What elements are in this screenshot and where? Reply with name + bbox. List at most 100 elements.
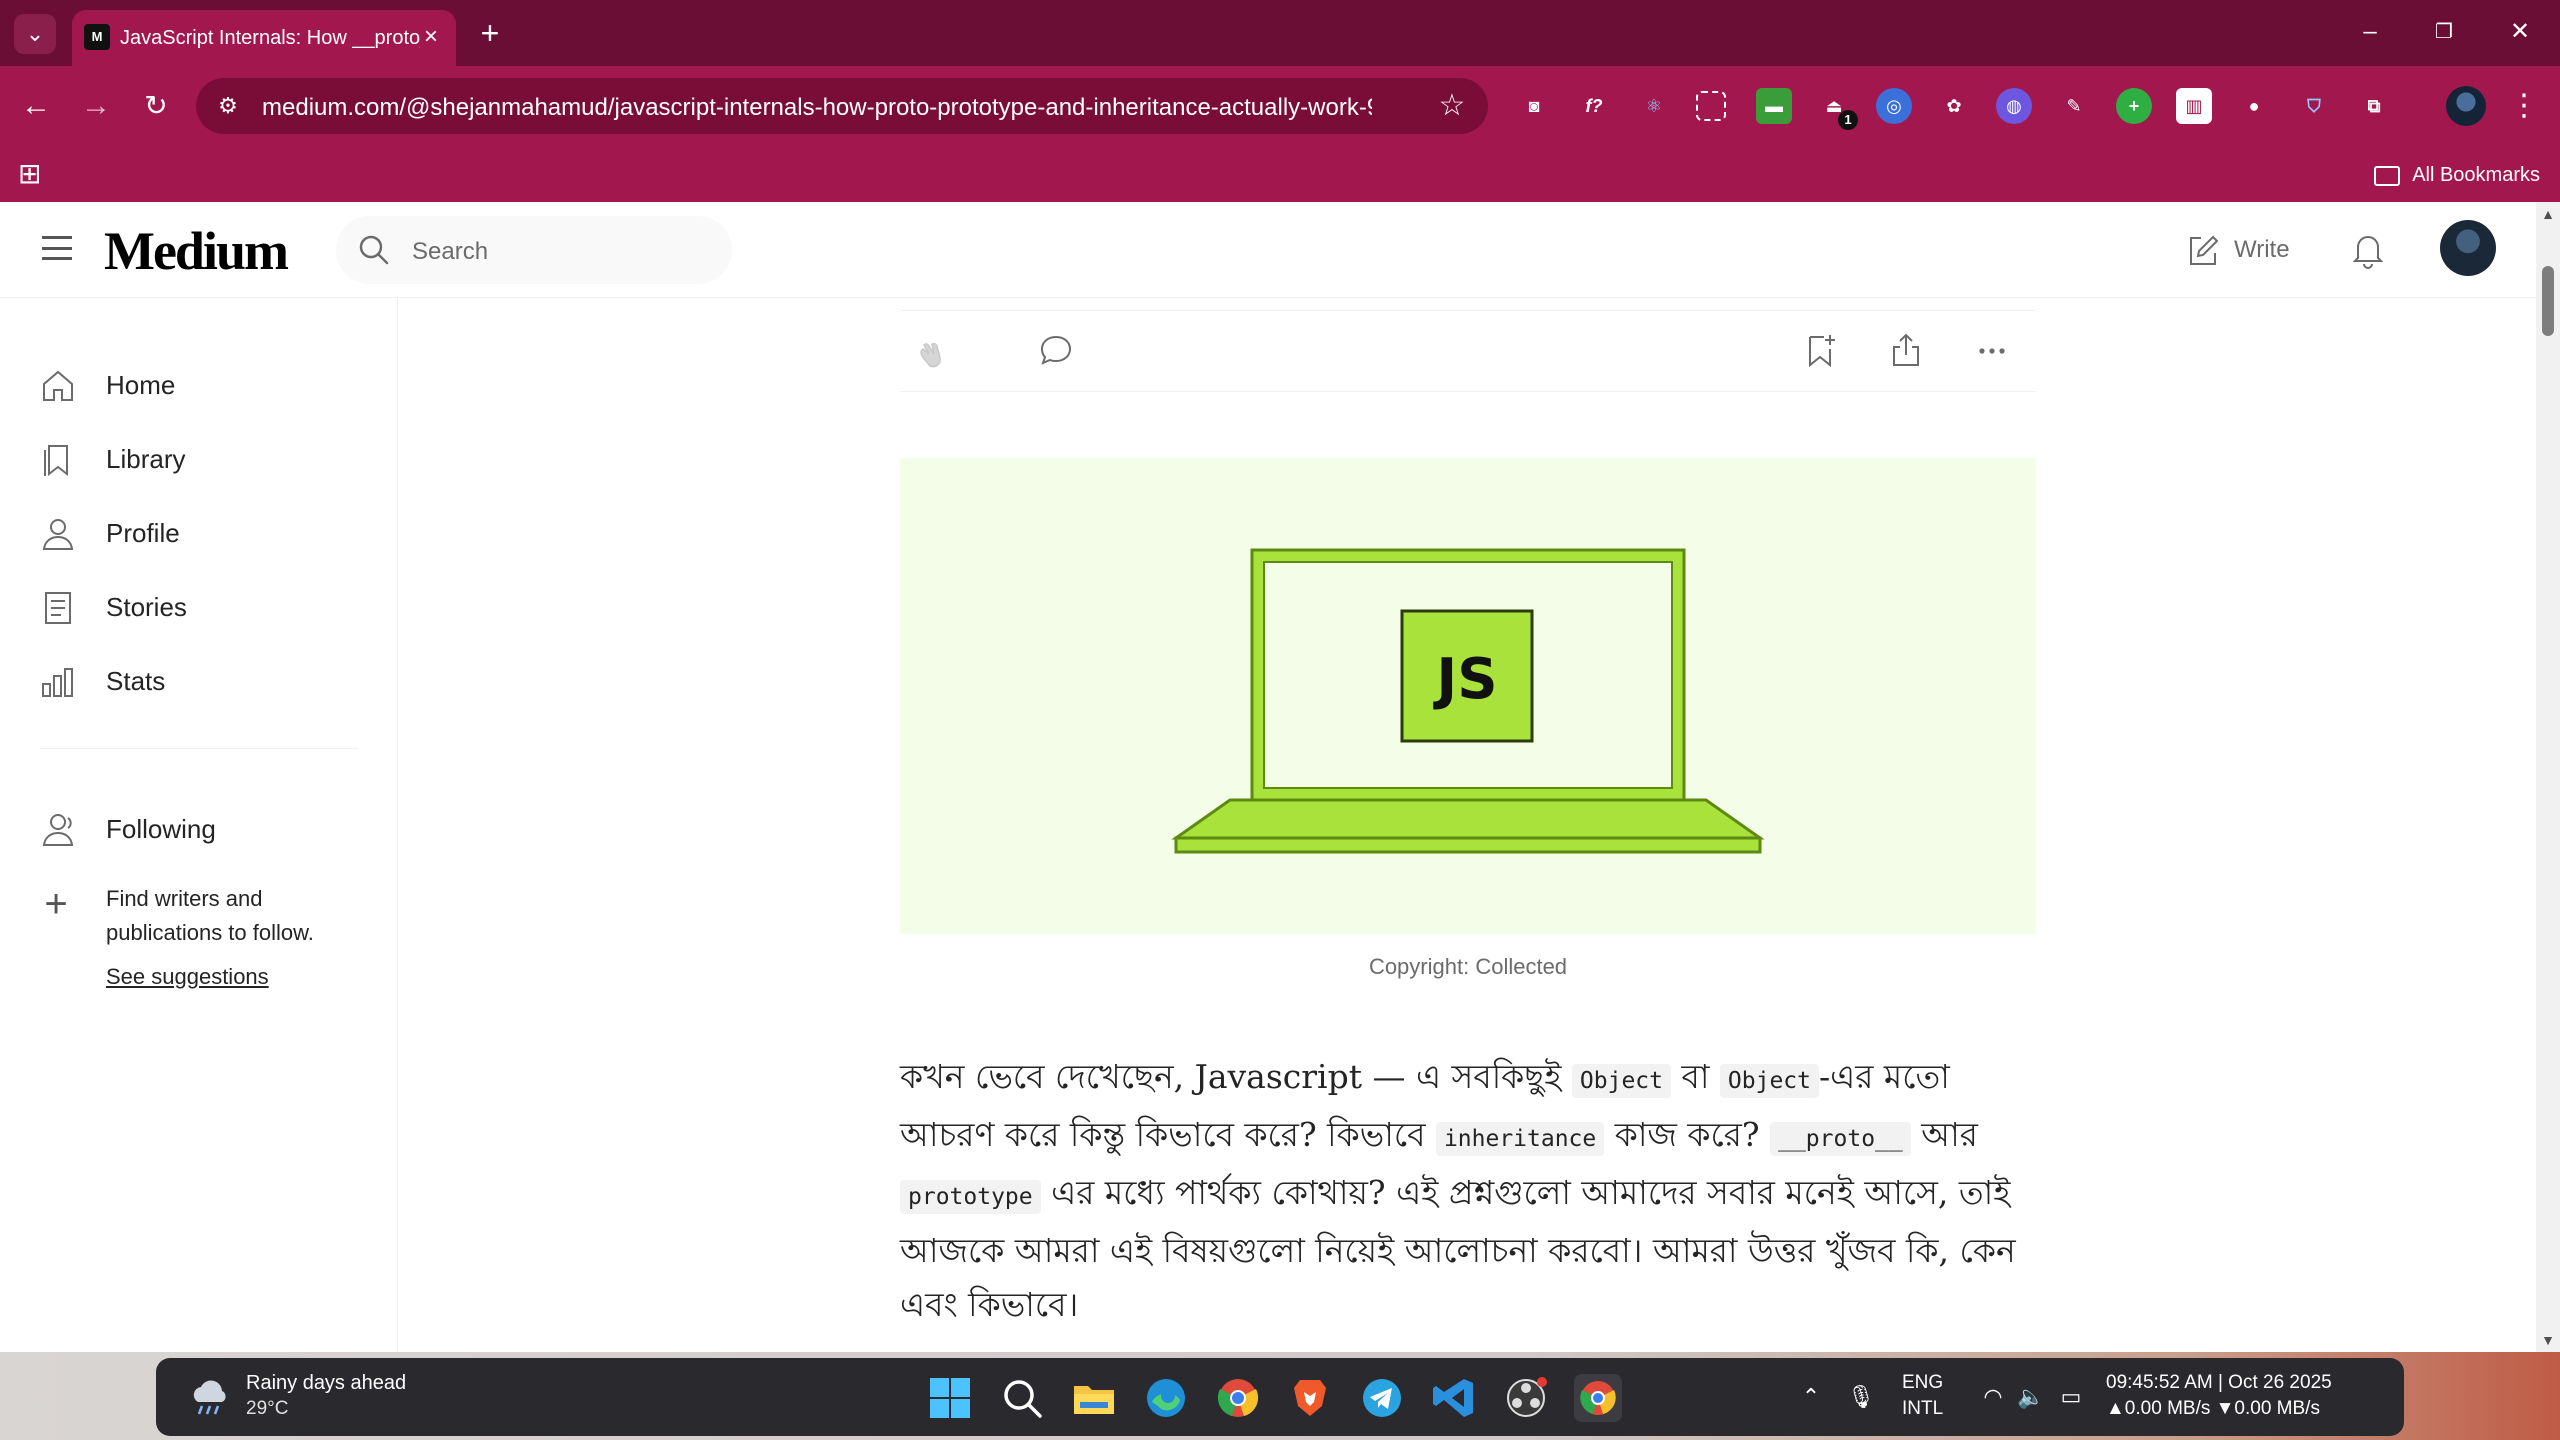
screenshot-extension-icon[interactable]: [1696, 91, 1726, 121]
eyedropper-extension-icon[interactable]: ✎: [2056, 88, 2092, 124]
clap-icon[interactable]: [914, 331, 954, 371]
bookmark-star-icon[interactable]: ☆: [1436, 90, 1468, 122]
find-writers-text: Find writers and publications to follow.: [106, 886, 314, 945]
browser-tab-bar: ⌄ M JavaScript Internals: How __proto__,…: [0, 0, 2560, 66]
bookmark-icon: [44, 445, 68, 477]
sidebar-item-following[interactable]: Following: [40, 804, 360, 854]
volume-icon[interactable]: 🔈: [2016, 1380, 2046, 1414]
more-options-icon[interactable]: [1972, 331, 2012, 371]
tab-title: JavaScript Internals: How __proto__, pro…: [120, 27, 420, 49]
chrome-active-icon[interactable]: [1574, 1374, 1622, 1422]
forward-arrow-icon[interactable]: →: [74, 84, 118, 128]
search-input[interactable]: Search: [336, 216, 732, 284]
back-arrow-icon[interactable]: ←: [14, 84, 58, 128]
file-explorer-icon[interactable]: [1070, 1374, 1118, 1422]
vscode-icon[interactable]: [1430, 1374, 1478, 1422]
user-avatar[interactable]: [2440, 220, 2496, 276]
search-icon: [359, 235, 389, 265]
scrollbar-thumb[interactable]: [2542, 266, 2554, 336]
reload-icon[interactable]: ↻: [134, 84, 178, 128]
sidebar-item-home[interactable]: Home: [40, 360, 360, 410]
sidebar-item-label: Stats: [106, 666, 166, 696]
sidebar-item-stats[interactable]: Stats: [40, 656, 360, 706]
system-clock[interactable]: 09:45:52 AM | Oct 26 2025 ▲0.00 MB/s ▼0.0…: [2106, 1370, 2332, 1422]
egg-extension-icon[interactable]: ●: [2236, 88, 2272, 124]
notifications-bell-icon[interactable]: [2346, 228, 2390, 272]
write-label: Write: [2234, 236, 2290, 263]
notification-extension-icon[interactable]: ⏏ 1: [1816, 88, 1858, 130]
address-bar[interactable]: ⚙ medium.com/@shejanmahamud/javascript-i…: [196, 78, 1488, 134]
all-bookmarks-button[interactable]: All Bookmarks: [2374, 160, 2540, 190]
hamburger-menu-icon[interactable]: [42, 236, 72, 260]
weather-title[interactable]: Rainy days ahead: [246, 1372, 406, 1395]
translate-extension-icon[interactable]: ◎: [1876, 88, 1912, 124]
obs-studio-icon[interactable]: [1502, 1374, 1550, 1422]
wifi-icon[interactable]: ◠: [1976, 1380, 2010, 1414]
window-close-icon[interactable]: ✕: [2498, 14, 2542, 50]
telegram-icon[interactable]: [1358, 1374, 1406, 1422]
js-badge-label: JS: [1432, 647, 1497, 712]
share-icon[interactable]: [1886, 331, 1926, 371]
network-speed: ▲0.00 MB/s ▼0.00 MB/s: [2106, 1398, 2320, 1419]
inline-code: __proto__: [1770, 1122, 1911, 1156]
see-suggestions-link[interactable]: See suggestions: [106, 964, 269, 990]
page-scrollbar[interactable]: ▲ ▼: [2536, 202, 2560, 1352]
medium-header: Medium Search Write: [0, 202, 2536, 298]
taskbar-search-icon[interactable]: [998, 1374, 1046, 1422]
user-icon: [42, 519, 74, 550]
battery-icon[interactable]: ▭: [2054, 1380, 2088, 1414]
scroll-up-arrow-icon[interactable]: ▲: [2540, 206, 2556, 222]
all-bookmarks-label: All Bookmarks: [2412, 164, 2540, 186]
paragraph-text: কখন ভেবে দেখেছেন, Javascript — এ সবকিছুই: [900, 1057, 1572, 1096]
extensions-puzzle-icon[interactable]: ⧉: [2356, 88, 2392, 124]
folder-icon: [2374, 165, 2401, 186]
write-button[interactable]: Write: [2186, 228, 2290, 272]
screen: ⌄ M JavaScript Internals: How __proto__,…: [0, 0, 2560, 1440]
tools-extension-icon[interactable]: ✿: [1936, 88, 1972, 124]
minimize-icon[interactable]: –: [2348, 14, 2392, 50]
inline-code: inheritance: [1435, 1122, 1605, 1156]
add-extension-icon[interactable]: +: [2116, 88, 2152, 124]
scroll-down-arrow-icon[interactable]: ▼: [2540, 1332, 2556, 1348]
restore-icon[interactable]: ❐: [2422, 14, 2466, 50]
browser-profile-avatar[interactable]: [2446, 86, 2486, 126]
rain-cloud-icon[interactable]: [186, 1374, 234, 1422]
paragraph-text: কাজ করে?: [1604, 1115, 1771, 1154]
save-bookmark-icon[interactable]: [1800, 331, 1840, 371]
brave-browser-icon[interactable]: [1286, 1374, 1334, 1422]
sidebar-item-stories[interactable]: Stories: [40, 582, 360, 632]
weather-temperature: 29°C: [246, 1398, 289, 1419]
site-info-icon[interactable]: ⚙: [214, 92, 242, 120]
sidebar-divider: [40, 748, 358, 749]
chart-extension-icon[interactable]: ▥: [2176, 88, 2212, 124]
sidebar-item-label: Profile: [106, 518, 180, 548]
url-text[interactable]: medium.com/@shejanmahamud/javascript-int…: [262, 94, 1372, 122]
edge-browser-icon[interactable]: [1142, 1374, 1190, 1422]
font-extension-icon[interactable]: f?: [1576, 88, 1612, 124]
sidebar-item-library[interactable]: Library: [40, 434, 360, 484]
sidebar-item-label: Library: [106, 444, 186, 474]
browser-menu-icon[interactable]: ⋮: [2508, 84, 2540, 128]
microphone-icon[interactable]: 🎙: [1846, 1380, 1876, 1414]
paragraph-text: এর মধ্যে পার্থক্য কোথায়? এই প্রশ্নগুলো …: [900, 1173, 2016, 1324]
shield-extension-icon[interactable]: ⛉: [2296, 88, 2332, 124]
sidebar-item-profile[interactable]: Profile: [40, 508, 360, 558]
show-hidden-icons-chevron-icon[interactable]: ⌃: [1796, 1380, 1826, 1414]
browser-toolbar: ← → ↻ ⚙ medium.com/@shejanmahamud/javasc…: [0, 66, 2560, 146]
chrome-browser-icon[interactable]: [1214, 1374, 1262, 1422]
new-tab-plus-icon[interactable]: +: [470, 14, 510, 54]
camera-extension-icon[interactable]: ◙: [1516, 88, 1552, 124]
browser-tab-active[interactable]: M JavaScript Internals: How __proto__, p…: [72, 10, 456, 66]
tab-close-icon[interactable]: ×: [418, 24, 444, 50]
tab-search-chevron-icon[interactable]: ⌄: [14, 14, 56, 54]
following-label: Following: [106, 814, 216, 844]
green-extension-icon[interactable]: ▬: [1756, 88, 1792, 124]
globe-extension-icon[interactable]: ◍: [1996, 88, 2032, 124]
windows-start-icon[interactable]: [926, 1374, 974, 1422]
medium-logo[interactable]: Medium: [104, 220, 289, 282]
apps-grid-icon[interactable]: ⊞: [18, 160, 46, 188]
language-code: ENG: [1902, 1372, 1944, 1393]
comment-icon[interactable]: [1036, 331, 1076, 371]
react-devtools-icon[interactable]: ⚛: [1636, 88, 1672, 124]
input-language-indicator[interactable]: ENG INTL: [1902, 1370, 1943, 1422]
